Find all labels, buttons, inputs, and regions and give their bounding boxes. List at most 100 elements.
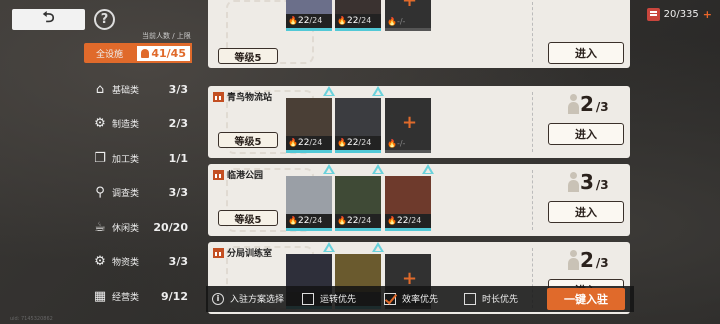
sidebar-item-supplies[interactable]: ⚙ 物资类 3/3 — [84, 251, 192, 271]
occupancy-total: /3 — [595, 178, 609, 192]
operator-slot[interactable]: 🔥22/24 — [335, 164, 384, 231]
efficiency-up-icon — [323, 242, 335, 252]
question-icon: ? — [100, 12, 109, 27]
calendar-icon: ▦ — [93, 288, 107, 304]
sidebar-item-label: 调查类 — [112, 188, 140, 199]
checkbox-label: 效率优先 — [402, 295, 439, 305]
back-button[interactable]: ⮌ — [12, 8, 85, 30]
person-icon — [568, 250, 579, 270]
person-icon — [568, 172, 579, 192]
occupancy: 2 /3 — [568, 250, 628, 270]
operator-mood: 🔥22/24 — [288, 138, 323, 148]
user-id: uid: 7145320862 — [10, 316, 53, 322]
efficiency-up-icon — [323, 86, 335, 96]
efficiency-up-icon — [422, 164, 434, 174]
operator-slot[interactable]: 🔥22/24 — [286, 86, 335, 153]
sidebar-item-count: 3/3 — [168, 185, 188, 199]
operator-portrait — [335, 176, 381, 214]
gear-icon: ⚙ — [94, 253, 106, 269]
operator-portrait — [335, 98, 381, 136]
operator-mood: 🔥22/24 — [387, 216, 422, 226]
building-icon — [213, 169, 224, 180]
boxes-icon: ❐ — [94, 150, 106, 166]
empty-slot[interactable]: + 🔥-/- — [385, 98, 431, 153]
sidebar-item-label: 基础类 — [112, 85, 140, 96]
efficiency-priority-checkbox[interactable]: 效率优先 — [384, 292, 438, 305]
enter-button[interactable]: 进入 — [548, 123, 624, 145]
operator-mood: 🔥22/24 — [288, 216, 323, 226]
efficiency-up-icon — [372, 242, 384, 252]
sidebar-item-count: 3/3 — [168, 82, 188, 96]
operator-slot[interactable]: 🔥22/24 — [335, 86, 384, 153]
checkbox-label: 运转优先 — [320, 295, 357, 305]
resource-icon — [646, 8, 660, 21]
operator-portrait — [286, 0, 332, 14]
operator-mood: 🔥22/24 — [288, 16, 323, 26]
sidebar-item-leisure[interactable]: ☕ 休闲类 20/20 — [84, 217, 192, 237]
facility-name: 临港公园 — [227, 171, 264, 181]
facility-card: 🔥22/24 🔥22/24 + 🔥-/- 等级5 进入 — [208, 0, 630, 68]
sidebar-item-investigation[interactable]: ⚲ 调查类 3/3 — [84, 182, 192, 202]
operator-slot[interactable]: 🔥22/24 — [335, 0, 381, 31]
operator-mood: 🔥22/24 — [337, 216, 372, 226]
occupancy: 3 /3 — [568, 172, 628, 192]
one-click-assign-button[interactable]: 一键入驻 — [547, 288, 625, 310]
operator-slot[interactable]: 🔥22/24 — [385, 164, 434, 231]
sidebar-item-count: 3/3 — [168, 254, 188, 268]
resource-plus-button[interactable]: + — [703, 8, 712, 21]
info-icon: i — [212, 292, 224, 305]
sidebar-item-label: 制造类 — [112, 119, 140, 130]
gears-doc-icon: ⚙ — [94, 115, 106, 131]
occupancy-total: /3 — [595, 100, 609, 114]
efficiency-up-icon — [372, 164, 384, 174]
operator-slot[interactable]: 🔥22/24 — [286, 0, 332, 31]
divider — [532, 2, 533, 62]
occupancy: 2 /3 — [568, 94, 628, 114]
operator-portrait — [385, 176, 431, 214]
checkbox-icon — [464, 292, 476, 305]
resource-counter: 20/335 + — [646, 8, 712, 21]
checked-checkbox-icon — [384, 292, 396, 305]
cup-icon: ☕ — [94, 219, 106, 235]
resource-value: 20/335 — [663, 9, 699, 20]
scheme-select[interactable]: i 入驻方案选择 — [212, 292, 284, 305]
sidebar-item-count: 41/45 — [137, 45, 190, 61]
back-arrow-icon: ⮌ — [42, 8, 55, 26]
sidebar-item-processing[interactable]: ❐ 加工类 1/1 — [84, 148, 192, 168]
facility-level: 等级5 — [218, 210, 278, 226]
empty-slot[interactable]: + 🔥-/- — [385, 0, 431, 31]
scheme-select-label: 入驻方案选择 — [230, 295, 285, 305]
sidebar-item-count: 2/3 — [168, 116, 188, 130]
facility-level: 等级5 — [218, 132, 278, 148]
magnifier-icon: ⚲ — [95, 184, 105, 200]
sidebar-item-label: 全设施 — [96, 49, 124, 60]
time-priority-checkbox[interactable]: 时长优先 — [464, 292, 518, 305]
sidebar-item-label: 加工类 — [112, 154, 140, 165]
sidebar-item-all[interactable]: 全设施 41/45 — [84, 43, 192, 63]
facility-title: 分局训练室 — [213, 246, 272, 259]
sidebar-item-count: 20/20 — [153, 220, 188, 234]
checkbox-icon — [302, 292, 314, 305]
operator-portrait — [286, 98, 332, 136]
help-button[interactable]: ? — [94, 9, 115, 30]
operator-slot[interactable]: 🔥22/24 — [286, 164, 335, 231]
facility-card: 青鸟物流站 🔥22/24 🔥22/24 + 🔥-/- 等级5 2 /3 进入 — [208, 86, 630, 158]
operator-mood: 🔥22/24 — [337, 138, 372, 148]
enter-button[interactable]: 进入 — [548, 201, 624, 223]
checkbox-label: 时长优先 — [482, 295, 519, 305]
divider — [532, 170, 533, 230]
facility-title: 青鸟物流站 — [213, 90, 272, 103]
sidebar-item-count: 1/1 — [168, 151, 188, 165]
building-icon — [213, 247, 224, 258]
sidebar-item-basic[interactable]: ⌂ 基础类 3/3 — [84, 79, 192, 99]
sidebar-item-manufacturing[interactable]: ⚙ 制造类 2/3 — [84, 113, 192, 133]
transport-priority-checkbox[interactable]: 运转优先 — [302, 292, 356, 305]
house-icon: ⌂ — [95, 81, 105, 97]
occupancy-count: 2 — [580, 248, 594, 272]
building-icon — [213, 91, 224, 102]
sidebar-header-label: 当前人数 / 上限 — [142, 32, 191, 40]
sidebar-item-business[interactable]: ▦ 经营类 9/12 — [84, 286, 192, 306]
enter-button[interactable]: 进入 — [548, 42, 624, 64]
add-operator-icon: + — [402, 112, 418, 133]
operator-mood: 🔥-/- — [387, 17, 406, 26]
